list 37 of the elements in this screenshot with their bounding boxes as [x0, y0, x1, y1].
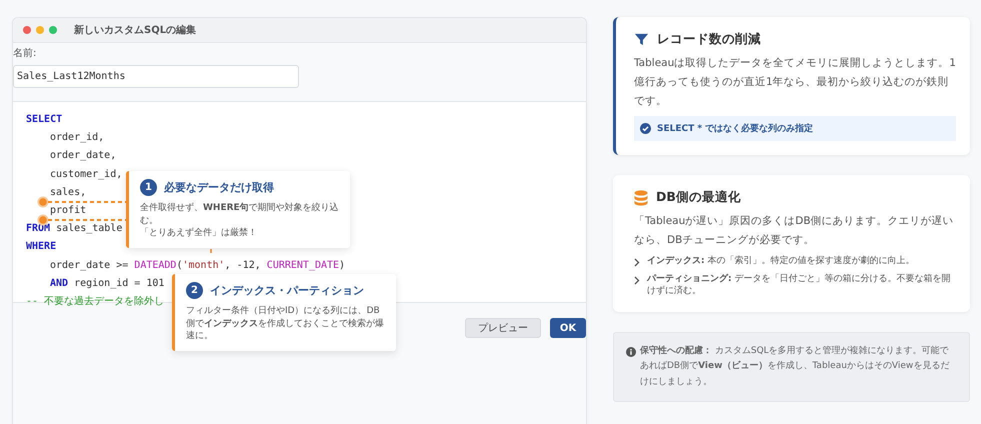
step-number: 2	[186, 282, 203, 299]
card-text: Tableauは取得したデータを全てメモリに展開しようとします。1億行あっても使うのが直近1年なら、最初から絞り込むのが鉄則です。	[634, 56, 956, 109]
code-line: customer_id,	[49, 168, 122, 182]
note-text: 保守性への配慮： カスタムSQLを多用すると管理が複雑になります。可能であればDB側でView（ビュー）を作成し、TableauからはそのViewを見るだけにしましょう。	[640, 344, 950, 388]
card-text: 「Tableauが遅い」原因の多くはDB側にあります。クエリが遅いなら、DBチューニングが必要です。	[634, 214, 955, 248]
database-icon	[634, 190, 648, 206]
close-button[interactable]	[23, 26, 31, 34]
bullet-text: パーティショニング: データを「日付ごと」等の箱に分ける。不要な箱を開けずに済む。	[647, 272, 952, 298]
minimize-button[interactable]	[36, 26, 44, 34]
callout-text: 「とりあえず全件」は厳禁！	[140, 227, 258, 240]
code-line: profit	[49, 204, 86, 218]
callout-text: フィルター条件（日付やID）になる列には、DB側でインデックスを作成しておくことで検索が爆速に。	[186, 305, 385, 342]
code-line: AND region_id = 101	[49, 276, 164, 291]
code-line: WHERE	[26, 240, 56, 254]
maximize-button[interactable]	[49, 26, 57, 34]
code-line: order_date >= DATEADD('month', -12, CURRENT_DATE)	[49, 258, 346, 273]
tip-text: SELECT * ではなく必要な列のみ指定	[657, 122, 814, 135]
code-line: FROM sales_table	[26, 222, 122, 236]
funnel-icon	[634, 32, 649, 47]
name-field[interactable]: Sales_Last12Months	[13, 65, 299, 88]
step-number: 1	[140, 179, 157, 196]
code-line: order_date,	[49, 149, 116, 164]
code-line: order_id,	[49, 131, 104, 146]
callout-title: インデックス・パーティション	[210, 283, 364, 298]
callout-title: 必要なデータだけ取得	[164, 180, 274, 195]
card-title: レコード数の削減	[657, 31, 761, 48]
check-icon	[640, 123, 651, 134]
preview-button[interactable]: プレビュー	[465, 318, 541, 338]
window-title: 新しいカスタムSQLの編集	[74, 23, 196, 37]
code-line: SELECT	[26, 113, 62, 127]
card-title: DB側の最適化	[656, 189, 741, 206]
code-line: sales,	[49, 186, 86, 200]
bullet-text: インデックス: 本の「索引」。特定の値を探す速度が劇的に向上。	[647, 255, 914, 268]
info-icon	[626, 346, 636, 356]
ok-button[interactable]: OK	[550, 318, 586, 338]
name-label: 名前:	[13, 47, 38, 60]
callout-text: 全件取得せず、WHERE句で期間や対象を絞り込む。	[140, 202, 340, 227]
